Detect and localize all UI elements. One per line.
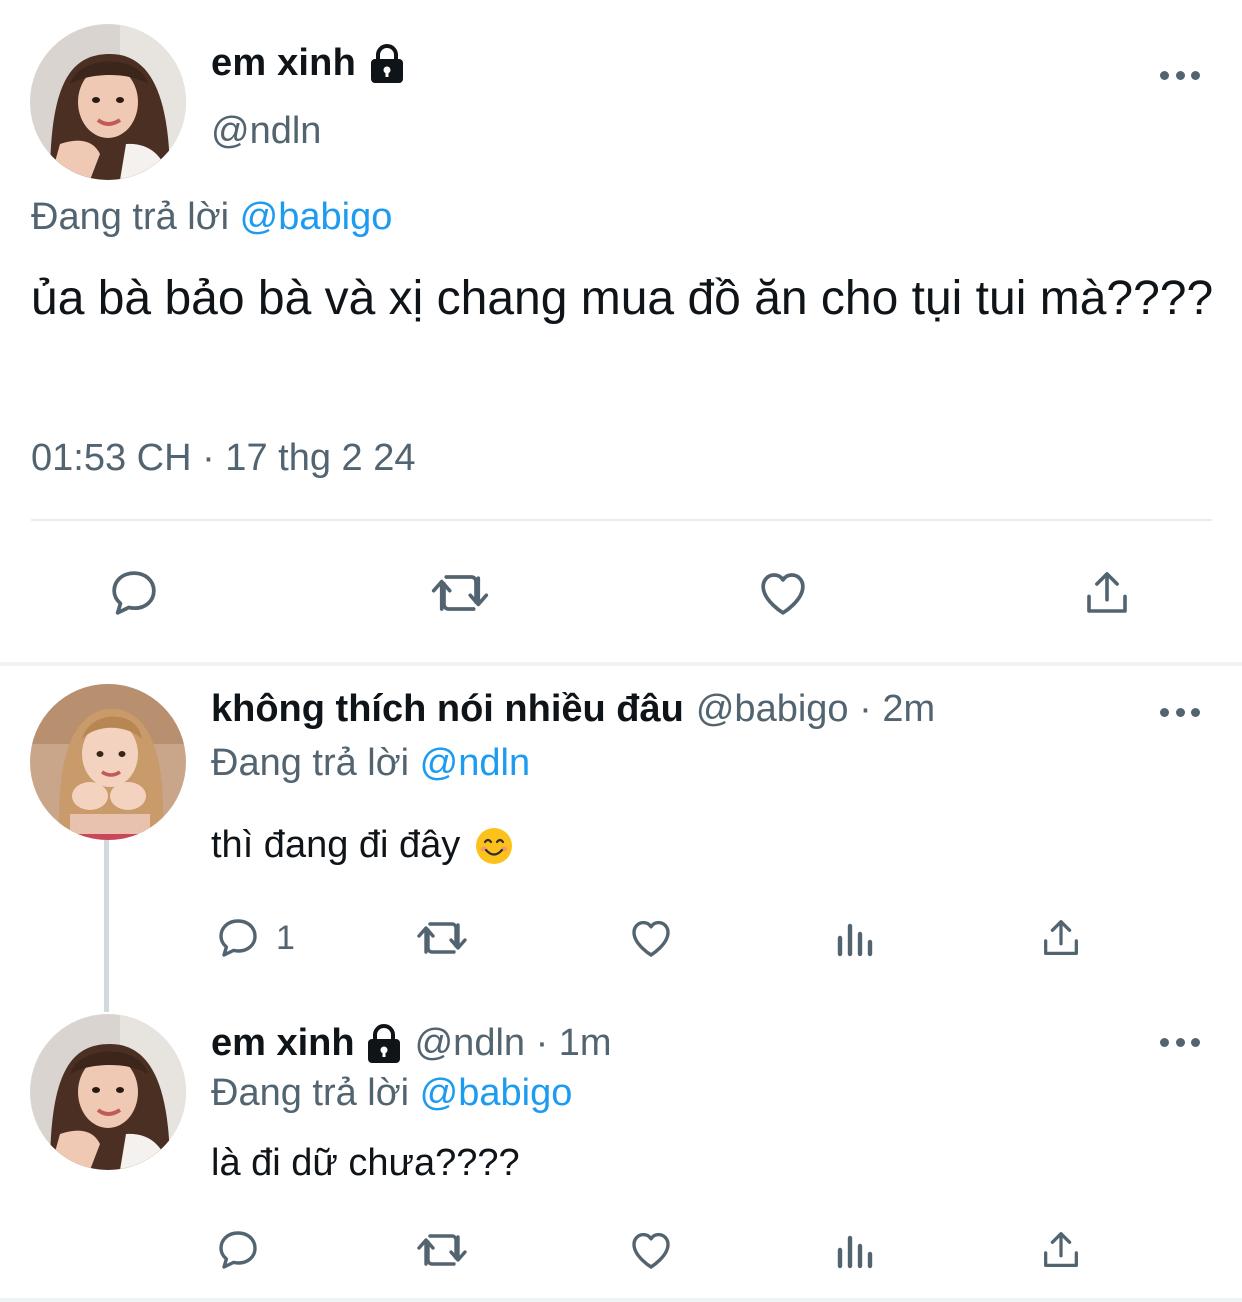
replying-to: Đang trả lời @babigo [31, 196, 392, 239]
like-icon[interactable] [626, 914, 676, 962]
retweet-icon[interactable] [414, 914, 470, 962]
lock-icon [365, 1023, 403, 1064]
reply-author-name[interactable]: em xinh [211, 1022, 355, 1065]
author-display-name[interactable]: em xinh [211, 42, 356, 85]
thread-connector [104, 840, 109, 1012]
replying-mention[interactable]: @babigo [420, 1072, 573, 1114]
analytics-icon[interactable] [834, 1226, 878, 1274]
analytics-icon[interactable] [834, 914, 878, 962]
reply-text: là đi dữ chưa???? [211, 1142, 520, 1184]
replying-mention[interactable]: @ndln [420, 742, 530, 784]
replying-prefix: Đang trả lời [211, 1072, 410, 1114]
like-icon[interactable] [754, 565, 812, 621]
replying-to: Đang trả lời @ndln [211, 742, 530, 785]
tweet-thread: em xinh @ndln Đang trả lời @babigo ủa bà… [0, 0, 1242, 1302]
smiling-face-icon [474, 826, 514, 866]
reply-text: thì đang đi đây [211, 824, 461, 866]
avatar-em-xinh[interactable] [30, 1014, 186, 1170]
reply-header: em xinh @ndln · 1m [211, 1022, 612, 1065]
more-options-icon[interactable] [1160, 1036, 1200, 1048]
replying-prefix: Đang trả lời [31, 196, 230, 238]
reply-count: 1 [276, 918, 295, 957]
author-handle[interactable]: @ndln [211, 110, 321, 153]
reply-handle-time[interactable]: @ndln · 1m [415, 1022, 612, 1065]
share-icon[interactable] [1080, 565, 1134, 621]
avatar-em-xinh[interactable] [30, 24, 186, 180]
reply-author-name[interactable]: không thích nói nhiều đâu [211, 688, 684, 731]
replying-mention[interactable]: @babigo [240, 196, 393, 238]
retweet-icon[interactable] [428, 565, 492, 621]
section-divider [0, 662, 1242, 666]
tweet-timestamp[interactable]: 01:53 CH · 17 thg 2 24 [31, 437, 415, 480]
reply-icon[interactable] [106, 565, 162, 621]
reply-handle-time[interactable]: @babigo · 2m [696, 688, 935, 731]
like-icon[interactable] [626, 1226, 676, 1274]
share-icon[interactable] [1038, 1226, 1084, 1274]
replying-to: Đang trả lời @babigo [211, 1072, 572, 1115]
reply-text-row: thì đang đi đây [211, 824, 514, 867]
share-icon[interactable] [1038, 914, 1084, 962]
replying-prefix: Đang trả lời [211, 742, 410, 784]
reply-text-row: là đi dữ chưa???? [211, 1142, 520, 1185]
more-options-icon[interactable] [1160, 706, 1200, 718]
reply-icon[interactable]: 1 [214, 914, 295, 962]
lock-icon [368, 43, 406, 84]
author-name[interactable]: em xinh [211, 42, 406, 85]
avatar-babigo[interactable] [30, 684, 186, 840]
tweet-text: ủa bà bảo bà và xị chang mua đồ ăn cho t… [31, 272, 1214, 325]
divider [31, 519, 1212, 521]
reply-header: không thích nói nhiều đâu @babigo · 2m [211, 688, 935, 731]
more-options-icon[interactable] [1160, 69, 1200, 81]
reply-icon[interactable] [214, 1226, 276, 1274]
section-divider [0, 1298, 1242, 1302]
retweet-icon[interactable] [414, 1226, 470, 1274]
